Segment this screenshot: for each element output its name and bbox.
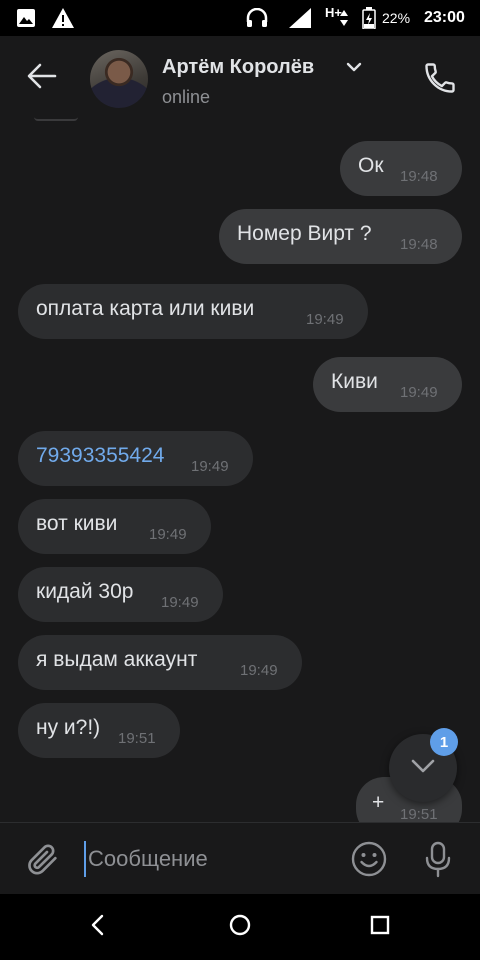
message-input[interactable]	[84, 841, 324, 877]
chevron-down-icon	[410, 758, 436, 779]
attach-button[interactable]	[22, 839, 62, 879]
message-time: 19:49	[161, 594, 199, 611]
system-nav-bar	[0, 894, 480, 960]
clock: 23:00	[424, 9, 465, 26]
message-bubble[interactable]: кидай 30р 19:49	[18, 567, 223, 622]
phone-icon	[422, 63, 458, 100]
message-text: кидай 30р	[36, 580, 134, 603]
message-time: 19:51	[400, 806, 438, 823]
back-arrow-icon	[27, 63, 57, 94]
nav-recents-icon	[370, 915, 390, 940]
chat-header: Артём Королёв online	[0, 36, 480, 120]
message-text: ну и?!)	[36, 716, 101, 739]
voice-message-button[interactable]	[418, 839, 458, 879]
message-bubble[interactable]: оплата карта или киви 19:49	[18, 284, 368, 339]
chevron-down-icon[interactable]	[346, 60, 362, 78]
message-bubble[interactable]: Киви 19:49	[313, 357, 462, 412]
battery-charging-icon	[362, 0, 376, 36]
emoji-button[interactable]	[349, 839, 389, 879]
message-text: вот киви	[36, 512, 118, 535]
message-time: 19:49	[306, 311, 344, 328]
nav-home-button[interactable]	[220, 907, 260, 947]
warning-icon	[51, 0, 75, 36]
message-time: 19:51	[118, 730, 156, 747]
message-time: 19:49	[240, 662, 278, 679]
image-icon	[16, 0, 36, 36]
message-bubble[interactable]: ну и?!) 19:51	[18, 703, 180, 758]
message-text: Ок	[358, 154, 384, 177]
message-text: оплата карта или киви	[36, 297, 255, 320]
signal-icon	[288, 0, 312, 36]
status-bar: H+ 22% 23:00	[0, 0, 480, 36]
contact-status: online	[162, 87, 211, 107]
emoji-icon	[349, 841, 389, 883]
nav-home-icon	[228, 913, 252, 942]
message-time: 19:48	[400, 236, 438, 253]
message-time: 19:49	[400, 384, 438, 401]
previous-message-edge	[34, 117, 78, 121]
avatar[interactable]	[90, 50, 148, 108]
message-composer	[0, 822, 480, 894]
message-time: 19:49	[191, 458, 229, 475]
message-text: Номер Вирт ?	[237, 222, 372, 245]
paperclip-icon	[22, 844, 62, 883]
message-bubble[interactable]: Номер Вирт ? 19:48	[219, 209, 462, 264]
message-bubble[interactable]: 79393355424 19:49	[18, 431, 253, 486]
message-text: я выдам аккаунт	[36, 648, 198, 671]
microphone-icon	[418, 841, 458, 883]
back-button[interactable]	[22, 58, 62, 98]
nav-back-icon	[90, 914, 106, 941]
nav-recents-button[interactable]	[360, 907, 400, 947]
message-time: 19:49	[149, 526, 187, 543]
nav-back-button[interactable]	[78, 907, 118, 947]
message-bubble[interactable]: Ок 19:48	[340, 141, 462, 196]
call-button[interactable]	[422, 60, 460, 98]
contact-name[interactable]: Артём Королёв	[162, 56, 314, 79]
data-arrows-icon	[339, 8, 349, 28]
unread-badge: 1	[430, 728, 458, 756]
headphones-icon	[246, 0, 268, 36]
phone-number-link[interactable]: 79393355424	[36, 444, 164, 468]
message-time: 19:48	[400, 168, 438, 185]
battery-level: 22%	[382, 10, 411, 26]
message-bubble[interactable]: я выдам аккаунт 19:49	[18, 635, 302, 690]
message-text: Киви	[331, 370, 378, 393]
message-bubble[interactable]: вот киви 19:49	[18, 499, 211, 554]
message-text: +	[372, 791, 385, 814]
